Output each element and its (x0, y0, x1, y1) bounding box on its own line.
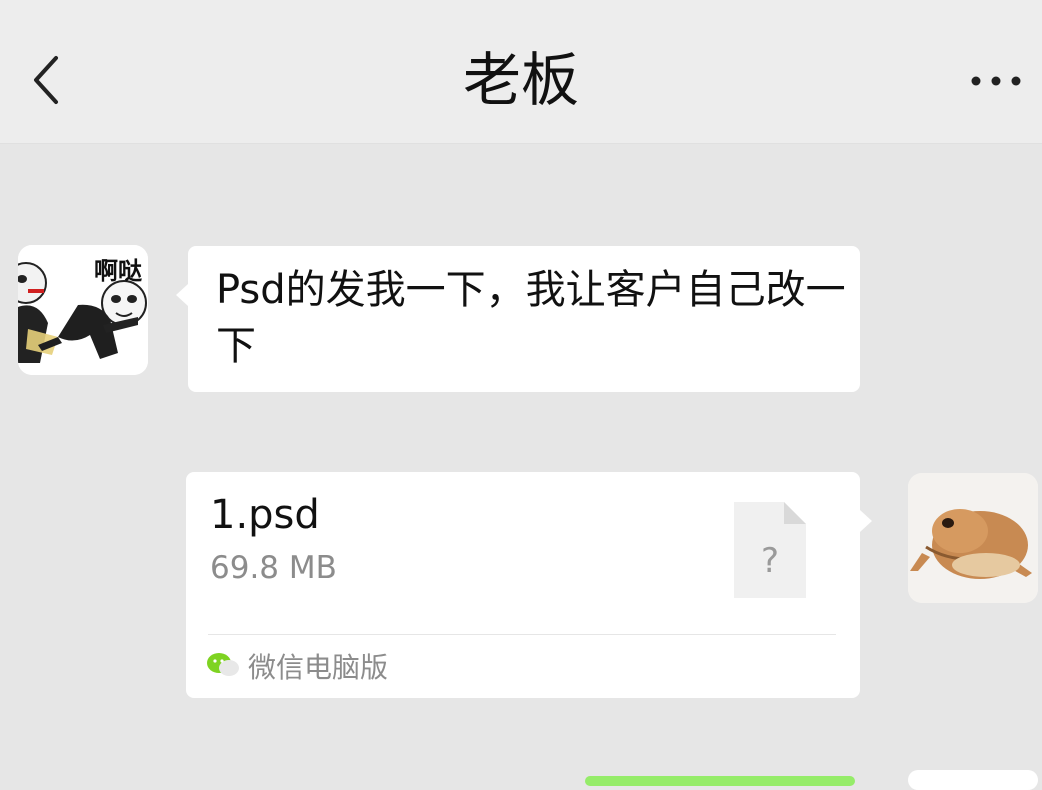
avatar-caption: 啊哒 (94, 257, 142, 285)
file-source-label: 微信电脑版 (248, 651, 389, 684)
chat-title: 老板 (462, 46, 579, 114)
received-message-bubble[interactable]: Psd的发我一下，我让客户自己改一下 (176, 246, 860, 392)
file-size: 69.8 MB (210, 550, 337, 586)
contact-avatar[interactable]: 啊哒 (18, 245, 148, 375)
next-avatar[interactable] (908, 770, 1038, 790)
divider (208, 634, 836, 635)
file-name: 1.psd (210, 492, 320, 538)
chat-header: 老板 (0, 0, 1042, 144)
my-avatar[interactable] (908, 473, 1038, 603)
file-icon-glyph: ? (761, 541, 779, 581)
frog-image (908, 473, 1038, 603)
unknown-file-icon: ? (734, 502, 806, 598)
more-button[interactable] (968, 66, 1024, 96)
message-text: Psd的发我一下，我让客户自己改一下 (216, 267, 846, 369)
wechat-icon (207, 653, 239, 676)
file-message-card[interactable]: 1.psd 69.8 MB ? 微信电脑版 (186, 472, 872, 698)
more-dots-icon (971, 76, 1021, 86)
next-sent-bubble[interactable] (585, 776, 855, 786)
